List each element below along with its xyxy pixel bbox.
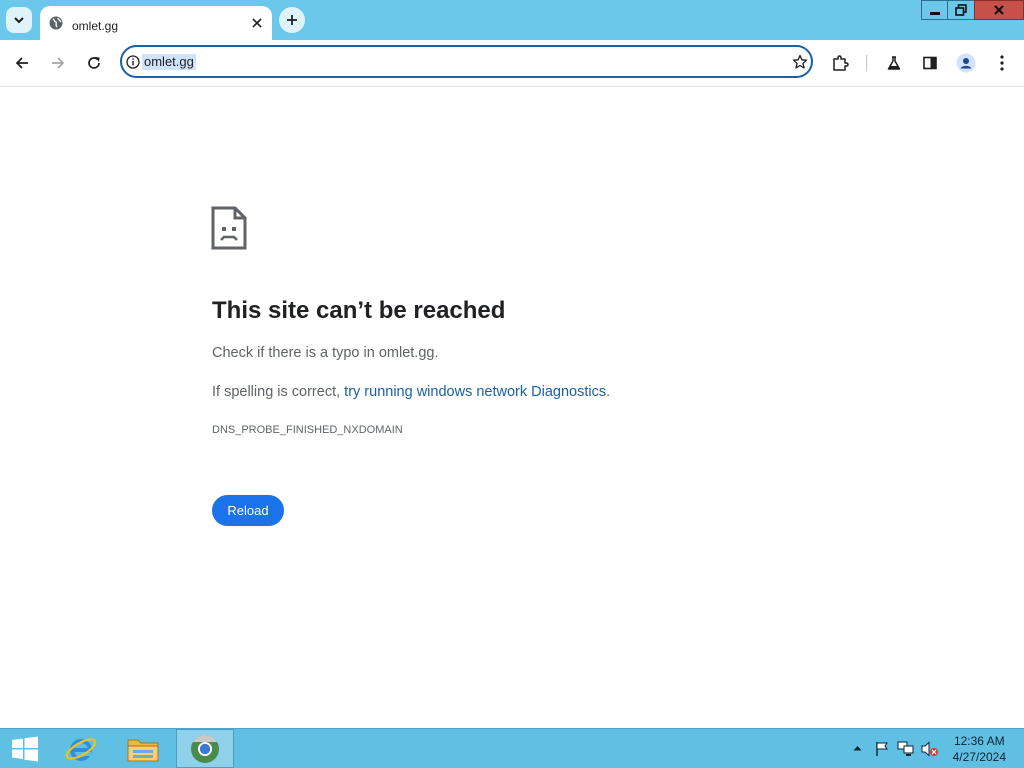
- close-icon[interactable]: [251, 17, 263, 29]
- taskbar: 12:36 AM 4/27/2024: [0, 728, 1024, 768]
- taskbar-file-explorer[interactable]: [114, 729, 172, 768]
- tray-arrow-icon[interactable]: [853, 745, 862, 751]
- chevron-down-icon: [14, 17, 24, 24]
- extensions-icon[interactable]: [830, 53, 850, 73]
- system-clock[interactable]: 12:36 AM 4/27/2024: [953, 733, 1006, 765]
- menu-icon[interactable]: [992, 53, 1012, 73]
- tab-omlet[interactable]: omlet.gg: [40, 6, 272, 40]
- plus-icon: [287, 15, 297, 25]
- windows-start-icon: [12, 736, 38, 761]
- start-button[interactable]: [0, 729, 50, 768]
- error-typo-hint: Check if there is a typo in omlet.gg.: [212, 345, 439, 361]
- taskbar-chrome[interactable]: [176, 729, 234, 768]
- volume-muted-icon[interactable]: [921, 741, 939, 757]
- browser-toolbar: omlet.gg: [0, 40, 1024, 87]
- page-content: This site can’t be reached Check if ther…: [0, 87, 1024, 728]
- network-icon[interactable]: [897, 741, 915, 757]
- error-code: DNS_PROBE_FINISHED_NXDOMAIN: [212, 424, 403, 436]
- forward-icon[interactable]: [48, 53, 68, 73]
- back-icon[interactable]: [12, 53, 32, 73]
- star-icon[interactable]: [792, 54, 808, 70]
- diagnostics-prefix: If spelling is correct,: [212, 384, 345, 400]
- error-title: This site can’t be reached: [212, 297, 506, 324]
- file-explorer-icon: [127, 739, 159, 761]
- taskbar-internet-explorer[interactable]: [52, 729, 110, 768]
- sad-page-icon: [211, 206, 247, 250]
- address-bar[interactable]: omlet.gg: [120, 45, 813, 78]
- toolbar-divider: [866, 55, 867, 71]
- restore-icon: [955, 4, 967, 16]
- close-icon: [994, 5, 1004, 15]
- reload-icon[interactable]: [84, 53, 104, 73]
- globe-icon: [49, 16, 63, 30]
- window-close-button[interactable]: [974, 0, 1024, 20]
- labs-icon[interactable]: [884, 53, 904, 73]
- minimize-button[interactable]: [921, 0, 948, 20]
- info-icon[interactable]: [126, 55, 140, 69]
- reload-button[interactable]: Reload: [212, 495, 284, 526]
- diagnostics-link[interactable]: try running windows network Diagnostics: [344, 384, 606, 400]
- tab-title: omlet.gg: [72, 19, 119, 33]
- diagnostics-suffix: .: [606, 384, 611, 400]
- url-text[interactable]: omlet.gg: [142, 54, 196, 70]
- side-panel-icon[interactable]: [920, 53, 940, 73]
- chrome-icon: [191, 734, 219, 763]
- minimize-icon: [929, 12, 940, 15]
- tab-strip: omlet.gg: [0, 0, 1024, 40]
- clock-date: 4/27/2024: [952, 750, 1006, 764]
- new-tab-button[interactable]: [279, 7, 305, 33]
- profile-icon[interactable]: [956, 53, 976, 73]
- restore-button[interactable]: [947, 0, 975, 20]
- internet-explorer-icon: [65, 737, 97, 761]
- tab-search-button[interactable]: [6, 7, 32, 33]
- error-diagnostics-hint: If spelling is correct, try running wind…: [212, 384, 610, 400]
- flag-icon[interactable]: [874, 741, 890, 757]
- clock-time: 12:36 AM: [953, 734, 1005, 748]
